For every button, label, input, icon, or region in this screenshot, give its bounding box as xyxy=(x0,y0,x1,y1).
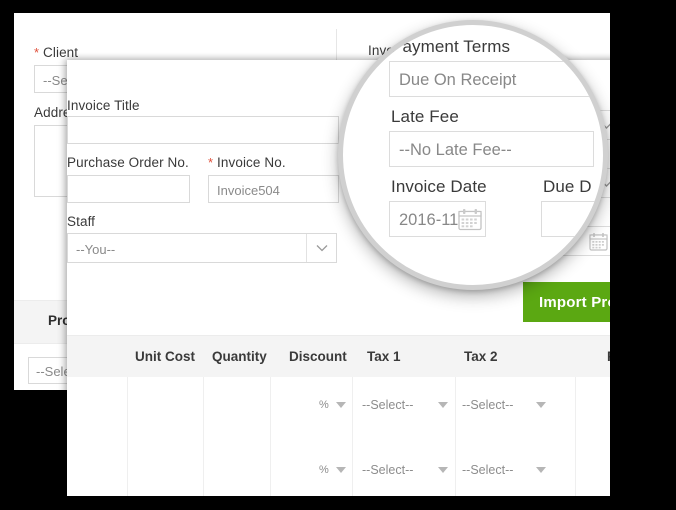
client-label: * Client xyxy=(34,45,78,60)
backdrop-top xyxy=(0,0,676,13)
client-label-text: Client xyxy=(43,45,79,60)
invoice-title-input[interactable] xyxy=(67,116,339,144)
purchase-order-input[interactable] xyxy=(67,175,190,203)
caret-down-icon[interactable] xyxy=(336,467,346,473)
invoice-no-input[interactable]: Invoice504 xyxy=(208,175,339,203)
invoice-no-label: * Invoice No. xyxy=(208,155,286,170)
invoice-title-label: Invoice Title xyxy=(67,98,140,113)
payment-terms-value: Due On Receipt xyxy=(399,71,517,89)
discount-unit-r1: % xyxy=(319,399,329,411)
staff-select[interactable]: --You-- xyxy=(67,233,337,263)
column-header-tax2: Tax 2 xyxy=(464,349,498,364)
cell-divider xyxy=(352,377,353,442)
staff-select-value: --You-- xyxy=(76,242,116,257)
caret-down-icon[interactable] xyxy=(536,467,546,473)
cell-divider xyxy=(575,442,576,496)
backdrop-right xyxy=(610,0,676,510)
cell-divider xyxy=(270,377,271,442)
cell-divider xyxy=(127,377,128,442)
chevron-down-icon xyxy=(306,234,336,262)
cell-divider xyxy=(455,442,456,496)
invoice-title-label-text: Invoice Title xyxy=(67,98,140,113)
table-row: % --Select-- --Select-- 0.00 xyxy=(67,377,676,443)
screenshot-stage: * Client --Sele Addre Invoice T Prod xyxy=(0,0,676,510)
late-fee-label: Late Fee xyxy=(391,107,459,126)
purchase-order-label-text: Purchase Order No. xyxy=(67,155,189,170)
cell-divider xyxy=(270,442,271,496)
tax1-select-r1[interactable]: --Select-- xyxy=(362,398,413,412)
due-date-label: Due D xyxy=(543,177,592,196)
invoice-no-label-text: Invoice No. xyxy=(217,155,286,170)
column-header-unit-cost: Unit Cost xyxy=(135,349,195,364)
magnifier-content: Payment Terms Due On Receipt Late Fee --… xyxy=(343,25,603,285)
tax2-select-r1[interactable]: --Select-- xyxy=(462,398,513,412)
cell-divider xyxy=(455,377,456,442)
staff-label-text: Staff xyxy=(67,214,96,229)
caret-down-icon[interactable] xyxy=(536,402,546,408)
tax1-select-r2[interactable]: --Select-- xyxy=(362,463,413,477)
invoice-no-value: Invoice504 xyxy=(217,183,280,198)
caret-down-icon[interactable] xyxy=(336,402,346,408)
due-date-input[interactable] xyxy=(541,201,603,237)
late-fee-value: --No Late Fee-- xyxy=(399,141,512,159)
invoice-date-label: Invoice Date xyxy=(391,177,487,196)
cell-divider xyxy=(203,377,204,442)
address-label: Addre xyxy=(34,105,71,120)
purchase-order-label: Purchase Order No. xyxy=(67,155,189,170)
cell-divider xyxy=(575,377,576,442)
caret-down-icon[interactable] xyxy=(438,402,448,408)
cell-divider xyxy=(203,442,204,496)
backdrop-left xyxy=(0,0,14,510)
column-header-tax1: Tax 1 xyxy=(367,349,401,364)
cell-divider xyxy=(352,442,353,496)
cell-divider xyxy=(127,442,128,496)
product-table: Unit Cost Quantity Discount Tax 1 Tax 2 … xyxy=(67,335,676,496)
address-label-text: Addre xyxy=(34,105,71,120)
caret-down-icon[interactable] xyxy=(438,467,448,473)
product-table-header-row: Unit Cost Quantity Discount Tax 1 Tax 2 … xyxy=(67,335,676,379)
discount-unit-r2: % xyxy=(319,464,329,476)
calendar-icon[interactable] xyxy=(458,208,482,236)
backdrop-bottom xyxy=(0,496,676,510)
tax2-select-r2[interactable]: --Select-- xyxy=(462,463,513,477)
staff-label: Staff xyxy=(67,214,95,229)
table-row: % --Select-- --Select-- 0.00 xyxy=(67,442,676,496)
invoice-no-required-asterisk: * xyxy=(208,155,214,170)
column-header-discount: Discount xyxy=(289,349,347,364)
client-required-asterisk: * xyxy=(34,45,40,60)
magnifier-lens: Payment Terms Due On Receipt Late Fee --… xyxy=(338,20,608,290)
payment-terms-label: Payment Terms xyxy=(391,37,511,56)
column-header-quantity: Quantity xyxy=(212,349,267,364)
